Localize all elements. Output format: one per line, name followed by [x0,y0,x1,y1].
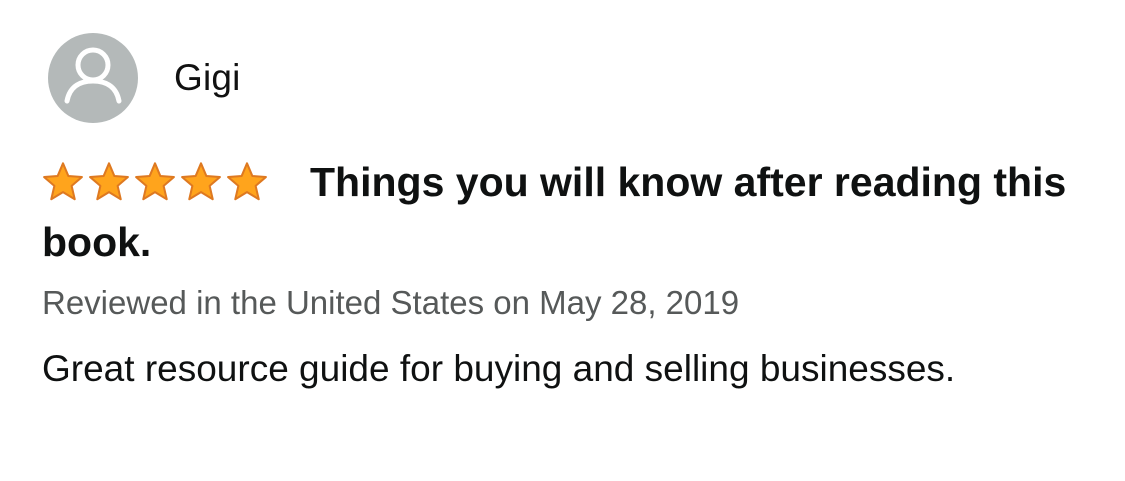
review-card: Gigi Things you will know after reading … [42,32,1082,397]
star-icon [227,162,267,201]
review-headline[interactable]: Things you will know after reading this … [42,152,1082,272]
star-icon [181,162,221,201]
star-icon [135,162,175,201]
default-user-avatar-icon [64,47,122,104]
reviewer-name[interactable]: Gigi [174,56,241,100]
review-date: Reviewed in the United States on May 28,… [42,284,740,321]
star-icon [89,162,129,201]
review-body: Great resource guide for buying and sell… [42,348,956,389]
star-icon [43,162,83,201]
avatar[interactable] [48,33,138,123]
star-rating[interactable] [40,160,270,204]
reviewer-profile[interactable]: Gigi [42,32,1082,124]
